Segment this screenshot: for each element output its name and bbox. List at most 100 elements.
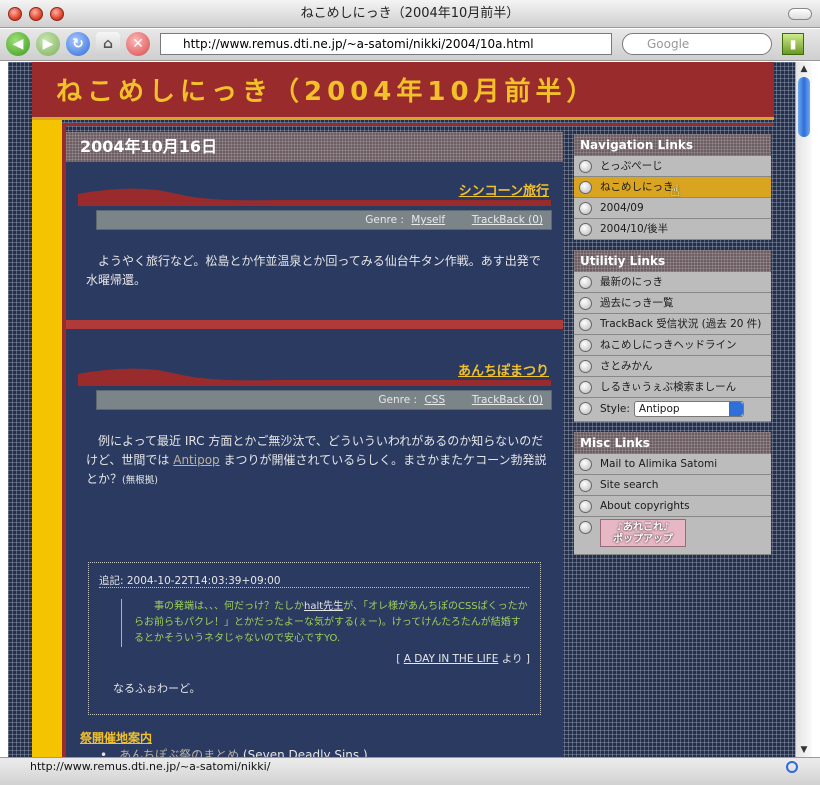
- forward-button[interactable]: ▶: [36, 32, 60, 56]
- postscript-divider: [99, 587, 529, 588]
- reload-icon: ↻: [72, 36, 84, 52]
- seven-deadly-sins-link[interactable]: Seven Deadly Sins.: [248, 748, 363, 757]
- close-window-button[interactable]: [8, 7, 22, 21]
- sidebar-item-2004-09[interactable]: 2004/09: [574, 198, 771, 219]
- sidebar-item-copyrights[interactable]: About copyrights: [574, 496, 771, 517]
- forward-arrow-icon: ▶: [42, 36, 54, 52]
- scroll-thumb[interactable]: [798, 77, 810, 137]
- zoom-window-button[interactable]: [50, 7, 64, 21]
- bullet-icon: [579, 223, 592, 236]
- window-titlebar: ねこめしにっき（2004年10月前半）: [0, 0, 820, 28]
- bullet-icon: [579, 521, 592, 534]
- stop-icon: ✕: [132, 36, 144, 52]
- sidebar-item-label: Mail to Alimika Satomi: [600, 458, 718, 470]
- home-icon: ⌂: [102, 36, 114, 52]
- sidebar-item-headline[interactable]: ねこめしにっきヘッドライン: [574, 335, 771, 356]
- entry-divider: [66, 320, 563, 329]
- sidebar-item-trackback[interactable]: TrackBack 受信状況 (過去 20 件): [574, 314, 771, 335]
- bullet-icon: [579, 276, 592, 289]
- source-suffix: より ]: [501, 653, 530, 665]
- entry-body: 例によって最近 IRC 方面とかご無沙汰で、どういういわれがあるのか知らないのだ…: [86, 432, 551, 490]
- reload-button[interactable]: ↻: [66, 32, 90, 56]
- festival-sites-list: あんちぽぶ祭のまとめ (Seven Deadly Sins.): [100, 746, 368, 757]
- address-bar[interactable]: http://www.remus.dti.ne.jp/~a-satomi/nik…: [160, 33, 612, 55]
- bookmark-button[interactable]: ▮: [782, 33, 804, 55]
- source-link[interactable]: A DAY IN THE LIFE: [404, 653, 499, 665]
- scroll-up-icon[interactable]: ▲: [796, 62, 812, 76]
- sidebar-item-label: 2004/09: [600, 202, 644, 214]
- sidebar-item-mail[interactable]: Mail to Alimika Satomi: [574, 454, 771, 475]
- misc-links-heading: Misc Links: [574, 432, 771, 454]
- popup-label: ♪あれこれ♪: [616, 522, 670, 533]
- genre-link[interactable]: Myself: [411, 214, 445, 226]
- antipop-link[interactable]: Antipop: [173, 453, 219, 467]
- sidebar-item-site-search[interactable]: Site search: [574, 475, 771, 496]
- style-select[interactable]: Antipop: [633, 401, 744, 417]
- minimize-window-button[interactable]: [29, 7, 43, 21]
- sidebar-item-label: さとみかん: [600, 360, 653, 372]
- bullet-icon: [579, 402, 592, 415]
- bullet-icon: [579, 160, 592, 173]
- sidebar-item-label: しるきぃうぇぶ検索ましーん: [600, 381, 737, 393]
- bullet-icon: [579, 181, 592, 194]
- browser-toolbar: ◀ ▶ ↻ ⌂ ✕ http://www.remus.dti.ne.jp/~a-…: [0, 29, 820, 61]
- style-label: Style:: [600, 403, 630, 415]
- source-bracket: [: [396, 653, 401, 665]
- bullet-icon: [579, 479, 592, 492]
- popup-button[interactable]: ♪あれこれ♪ ポップアップ: [600, 519, 686, 547]
- bullet-icon: [579, 360, 592, 373]
- trackback-link[interactable]: TrackBack (0): [472, 394, 543, 406]
- halt-link[interactable]: halt先生: [304, 601, 343, 612]
- sidebar-item-label: 最新のにっき: [600, 276, 663, 288]
- sidebar-item-label: About copyrights: [600, 500, 690, 512]
- toolbar-toggle-button[interactable]: [788, 8, 812, 20]
- back-arrow-icon: ◀: [12, 36, 24, 52]
- entry-body: ようやく旅行など。松島とか作並温泉とか回ってみる仙台牛タン作戦。あす出発で水曜帰…: [86, 254, 541, 287]
- vertical-scrollbar[interactable]: ▲ ▼: [795, 62, 812, 757]
- bullet-icon: [579, 202, 592, 215]
- postscript-box: 追記: 2004-10-22T14:03:39+09:00 事の発端は、、、何だ…: [88, 562, 541, 715]
- sidebar-item-label: Site search: [600, 479, 659, 491]
- sidebar-item-top[interactable]: とっぷぺーじ: [574, 156, 771, 177]
- bookmark-icon: ▮: [789, 37, 797, 51]
- list-item: あんちぽぶ祭のまとめ (Seven Deadly Sins.): [100, 746, 368, 757]
- sidebar-item-satomikan[interactable]: さとみかん: [574, 356, 771, 377]
- entry-title-link[interactable]: あんちぽまつり: [458, 360, 549, 379]
- search-input[interactable]: Google: [622, 33, 772, 55]
- entry-meta: Genre : Myself TrackBack (0): [96, 210, 552, 230]
- paren: ): [362, 748, 368, 757]
- sidebar-item-latest[interactable]: 最新のにっき: [574, 272, 771, 293]
- nav-links-heading: Navigation Links: [574, 134, 771, 156]
- sidebar-item-archive[interactable]: 過去にっき一覧: [574, 293, 771, 314]
- sidebar-item-2004-10-late[interactable]: 2004/10/後半: [574, 219, 771, 240]
- trackback-link[interactable]: TrackBack (0): [472, 214, 543, 226]
- entry-title-link[interactable]: シンコーン旅行: [459, 180, 549, 199]
- sidebar-item-search-machine[interactable]: しるきぃうぇぶ検索ましーん: [574, 377, 771, 398]
- scroll-down-icon[interactable]: ▼: [796, 743, 812, 757]
- sidebar-item-label: 過去にっき一覧: [600, 297, 674, 309]
- status-text: http://www.remus.dti.ne.jp/~a-satomi/nik…: [30, 760, 271, 773]
- festival-sites-heading[interactable]: 祭開催地案内: [80, 729, 152, 746]
- postscript-reply: なるふぉわーど。: [113, 682, 201, 695]
- summary-link[interactable]: あんちぽぶ祭のまとめ: [119, 748, 239, 757]
- status-bar: http://www.remus.dti.ne.jp/~a-satomi/nik…: [0, 757, 820, 785]
- bullet-icon: [579, 318, 592, 331]
- header-divider: [32, 123, 774, 126]
- back-button[interactable]: ◀: [6, 32, 30, 56]
- quote-source: [ A DAY IN THE LIFE より ]: [396, 651, 530, 666]
- stop-button[interactable]: ✕: [126, 32, 150, 56]
- bullet-icon: [579, 297, 592, 310]
- entry-body-note: (無根拠): [122, 475, 158, 486]
- utility-links-heading: Utilitiy Links: [574, 250, 771, 272]
- popup-row: ♪あれこれ♪ ポップアップ: [574, 517, 771, 555]
- sidebar-item-label: TrackBack 受信状況 (過去 20 件): [600, 318, 762, 330]
- bullet-icon: [579, 339, 592, 352]
- date-header: 2004年10月16日: [66, 132, 563, 162]
- genre-link[interactable]: CSS: [424, 394, 445, 406]
- entry-meta: Genre : CSS TrackBack (0): [96, 390, 552, 410]
- postscript-heading: 追記: 2004-10-22T14:03:39+09:00: [99, 575, 281, 587]
- sidebar-item-nikki[interactable]: ねこめしにっき ☝: [574, 177, 771, 200]
- home-button[interactable]: ⌂: [96, 32, 120, 56]
- sidebar: Navigation Links とっぷぺーじ ねこめしにっき ☝ 2004/09…: [574, 134, 771, 555]
- popup-label: ポップアップ: [613, 534, 673, 545]
